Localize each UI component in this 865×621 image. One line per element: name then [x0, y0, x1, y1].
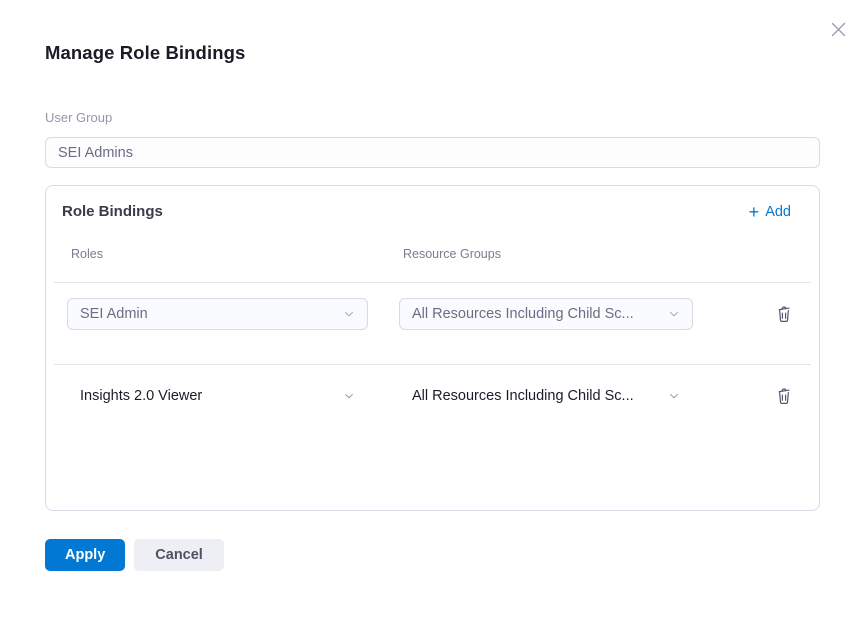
trash-icon [776, 305, 792, 323]
role-binding-row-disabled: SEI Admin All Resources Including Child … [67, 283, 803, 344]
role-select-value: SEI Admin [80, 306, 148, 322]
chevron-down-icon [343, 308, 355, 320]
trash-icon [776, 387, 792, 405]
column-header-resource-groups: Resource Groups [399, 247, 693, 262]
user-group-label: User Group [45, 110, 820, 125]
add-role-binding-button[interactable]: + Add [749, 203, 791, 221]
column-header-roles: Roles [67, 247, 368, 262]
role-select[interactable]: Insights 2.0 Viewer [67, 380, 368, 412]
chevron-down-icon [343, 390, 355, 402]
delete-row-button[interactable] [773, 302, 795, 326]
resource-group-select[interactable]: All Resources Including Child Sc... [399, 380, 693, 412]
role-binding-row-editable: Insights 2.0 Viewer All Resources Includ… [67, 365, 803, 426]
role-bindings-title: Role Bindings [62, 202, 163, 221]
plus-icon: + [749, 203, 760, 221]
resource-group-select-value: All Resources Including Child Sc... [412, 306, 634, 322]
role-bindings-panel: Role Bindings + Add Roles Resource Group… [45, 185, 820, 511]
resource-group-select-disabled: All Resources Including Child Sc... [399, 298, 693, 330]
cancel-button[interactable]: Cancel [134, 539, 224, 571]
chevron-down-icon [668, 308, 680, 320]
apply-button[interactable]: Apply [45, 539, 125, 571]
role-bindings-header: Role Bindings + Add [62, 202, 803, 221]
user-group-input [45, 137, 820, 168]
dialog-title: Manage Role Bindings [45, 42, 820, 64]
close-button[interactable] [827, 18, 849, 40]
manage-role-bindings-dialog: Manage Role Bindings User Group Role Bin… [0, 0, 865, 621]
role-select-value: Insights 2.0 Viewer [80, 388, 202, 404]
dialog-footer: Apply Cancel [45, 539, 820, 571]
resource-group-select-value: All Resources Including Child Sc... [412, 388, 634, 404]
chevron-down-icon [668, 390, 680, 402]
role-select-disabled: SEI Admin [67, 298, 368, 330]
table-header-row: Roles Resource Groups [67, 247, 803, 262]
add-button-label: Add [765, 204, 791, 220]
close-icon [830, 21, 847, 38]
delete-row-button[interactable] [773, 384, 795, 408]
